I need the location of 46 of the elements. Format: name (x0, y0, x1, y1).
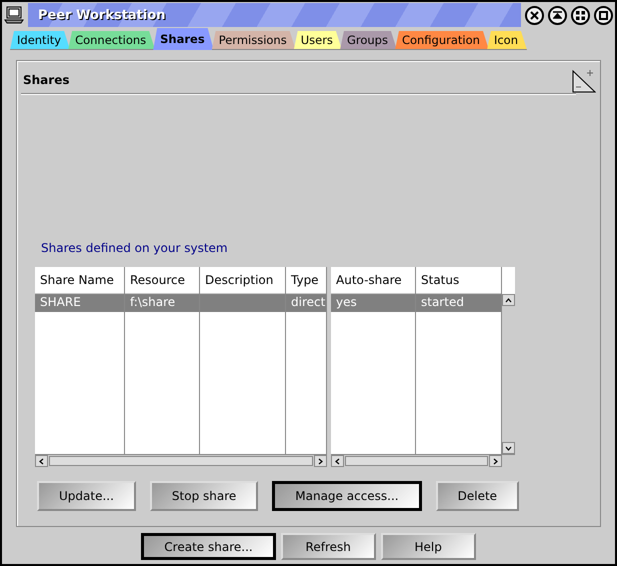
horizontal-scrollbar[interactable] (35, 454, 327, 467)
close-button[interactable] (525, 6, 544, 24)
table-cell[interactable]: direct (286, 294, 326, 312)
tab[interactable]: Permissions (212, 31, 296, 50)
page-button[interactable]: Stop share (150, 481, 258, 511)
page-button[interactable]: Delete (436, 481, 520, 511)
table-cell[interactable]: started (416, 294, 501, 312)
scroll-arrow-button[interactable] (331, 455, 344, 467)
tab[interactable]: Configuration (394, 31, 489, 50)
dialog-button[interactable]: Refresh (280, 533, 376, 560)
chevron-icon (317, 458, 324, 464)
table-cell[interactable]: f:\share (125, 294, 199, 312)
hide-button[interactable] (548, 6, 567, 24)
page-button[interactable]: Update... (37, 481, 136, 511)
chevron-icon (505, 296, 512, 304)
table-cell[interactable]: SHARE (35, 294, 124, 312)
eject-icon (553, 10, 562, 20)
scroll-arrow-button[interactable] (35, 455, 48, 467)
table-caption: Shares defined on your system (41, 241, 229, 255)
maximize-button[interactable] (594, 6, 613, 24)
close-icon (530, 10, 539, 20)
tab[interactable]: Identity (10, 31, 70, 50)
page-button[interactable]: Manage access... (272, 481, 422, 511)
vertical-scrollbar[interactable] (502, 267, 515, 454)
tab[interactable]: Shares (153, 28, 214, 50)
restore-button[interactable] (571, 6, 590, 24)
dialog-button[interactable]: Create share... (141, 533, 276, 560)
square-icon (599, 10, 608, 20)
window-title: Peer Workstation (38, 8, 166, 22)
dialog-button[interactable]: Help (380, 533, 476, 560)
scroll-arrow-button[interactable] (502, 294, 515, 306)
scroll-arrow-button[interactable] (502, 442, 515, 454)
table-cell[interactable]: yes (331, 294, 415, 312)
chevron-icon (38, 458, 45, 464)
table-cell[interactable] (200, 294, 285, 312)
tab[interactable]: Connections (68, 31, 156, 50)
scroll-arrow-button[interactable] (489, 455, 502, 467)
chevron-icon (334, 458, 341, 464)
tab[interactable]: Users (294, 31, 342, 50)
page-corner-icon[interactable] (572, 67, 596, 93)
tab[interactable]: Icon (486, 31, 527, 50)
page-title: Shares (22, 72, 70, 89)
scroll-arrow-button[interactable] (314, 455, 327, 467)
horizontal-scrollbar[interactable] (331, 454, 515, 467)
tab[interactable]: Groups (340, 31, 397, 50)
four-squares-icon (576, 10, 585, 20)
